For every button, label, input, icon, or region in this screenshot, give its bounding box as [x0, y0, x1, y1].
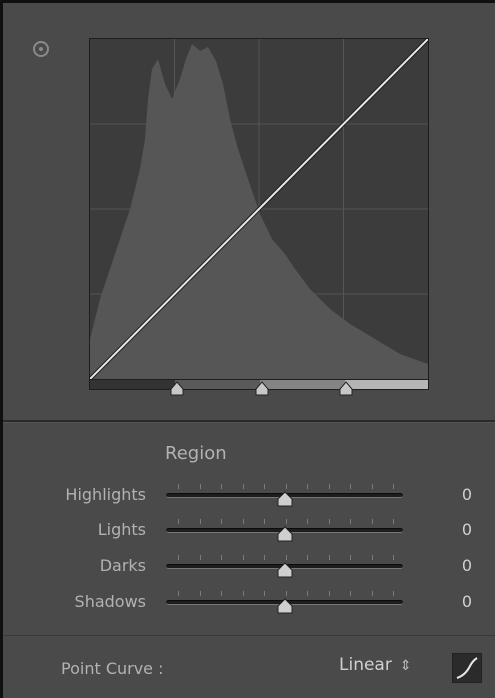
slider-tick — [242, 484, 244, 489]
slider-tick — [307, 484, 308, 489]
edit-point-curve-glyph — [456, 657, 478, 679]
slider-tick — [199, 519, 201, 524]
zone-lights — [260, 380, 345, 389]
slider-tick — [371, 591, 373, 596]
slider-thumb[interactable] — [276, 491, 294, 508]
slider-label: Shadows — [74, 592, 146, 611]
slider-tick — [242, 519, 244, 524]
slider-tick — [285, 591, 287, 596]
slider-tick — [264, 591, 265, 596]
slider-tick — [328, 555, 330, 560]
slider-value: 0 — [461, 520, 472, 539]
panel-divider — [3, 420, 495, 423]
slider-tick — [328, 519, 330, 524]
slider-tick — [178, 484, 179, 489]
slider-tick — [264, 484, 265, 489]
slider-tick — [393, 555, 394, 560]
slider-tick — [178, 555, 179, 560]
slider-row-lights: Lights 0 — [3, 516, 495, 546]
zone-highlights — [345, 380, 428, 389]
slider-tick — [199, 484, 201, 489]
point-curve-label: Point Curve : — [61, 659, 164, 678]
zone-darks — [175, 380, 260, 389]
slider-tick — [178, 591, 179, 596]
slider-tick — [350, 591, 351, 596]
slider-tick — [178, 519, 179, 524]
slider-tick — [307, 555, 308, 560]
edit-point-curve-icon[interactable] — [452, 653, 482, 683]
target-adjust-icon[interactable] — [33, 41, 49, 57]
slider-tick — [221, 555, 222, 560]
slider-thumb[interactable] — [276, 598, 294, 615]
slider-row-darks: Darks 0 — [3, 552, 495, 582]
slider-label: Darks — [99, 556, 146, 575]
slider-row-highlights: Highlights 0 — [3, 481, 495, 511]
slider-label: Lights — [97, 520, 146, 539]
point-curve-dropdown[interactable]: Linear ⇕ — [339, 655, 412, 681]
slider-ticks — [178, 555, 394, 562]
slider-ticks — [178, 484, 394, 491]
slider-row-shadows: Shadows 0 — [3, 588, 495, 618]
slider-tick — [307, 591, 308, 596]
slider-tick — [199, 591, 201, 596]
slider-tick — [242, 555, 244, 560]
split-handle-midtones[interactable] — [254, 381, 270, 397]
slider-tick — [371, 484, 373, 489]
split-handle-highlights[interactable] — [338, 381, 354, 397]
slider-tick — [328, 591, 330, 596]
up-down-arrows-icon: ⇕ — [399, 658, 412, 674]
slider-tick — [350, 484, 351, 489]
slider-ticks — [178, 519, 394, 526]
slider-tick — [393, 484, 394, 489]
tone-curve-graph[interactable] — [89, 38, 429, 380]
slider-value: 0 — [461, 485, 472, 504]
split-handle-shadows[interactable] — [169, 381, 185, 397]
footer-divider — [3, 635, 495, 636]
slider-tick — [350, 555, 351, 560]
slider-thumb[interactable] — [276, 526, 294, 543]
slider-tick — [264, 519, 265, 524]
zone-shadows — [90, 380, 175, 389]
slider-tick — [285, 519, 287, 524]
slider-value: 0 — [461, 592, 472, 611]
slider-tick — [221, 519, 222, 524]
tone-curve-panel: Region Highlights 0 Lights 0 Darks 0 Sha… — [0, 0, 495, 698]
tone-curve-graph-area — [3, 3, 495, 419]
slider-tick — [371, 555, 373, 560]
slider-tick — [199, 555, 201, 560]
slider-tick — [242, 591, 244, 596]
slider-tick — [285, 484, 287, 489]
region-title: Region — [165, 443, 227, 464]
slider-tick — [221, 591, 222, 596]
slider-tick — [393, 519, 394, 524]
curve-svg — [90, 39, 428, 379]
slider-ticks — [178, 591, 394, 598]
slider-tick — [264, 555, 265, 560]
slider-tick — [371, 519, 373, 524]
slider-tick — [393, 591, 394, 596]
point-curve-value: Linear — [339, 655, 392, 675]
slider-tick — [221, 484, 222, 489]
slider-tick — [307, 519, 308, 524]
slider-tick — [350, 519, 351, 524]
slider-tick — [285, 555, 287, 560]
slider-value: 0 — [461, 556, 472, 575]
slider-thumb[interactable] — [276, 562, 294, 579]
slider-label: Highlights — [65, 485, 146, 504]
slider-tick — [328, 484, 330, 489]
